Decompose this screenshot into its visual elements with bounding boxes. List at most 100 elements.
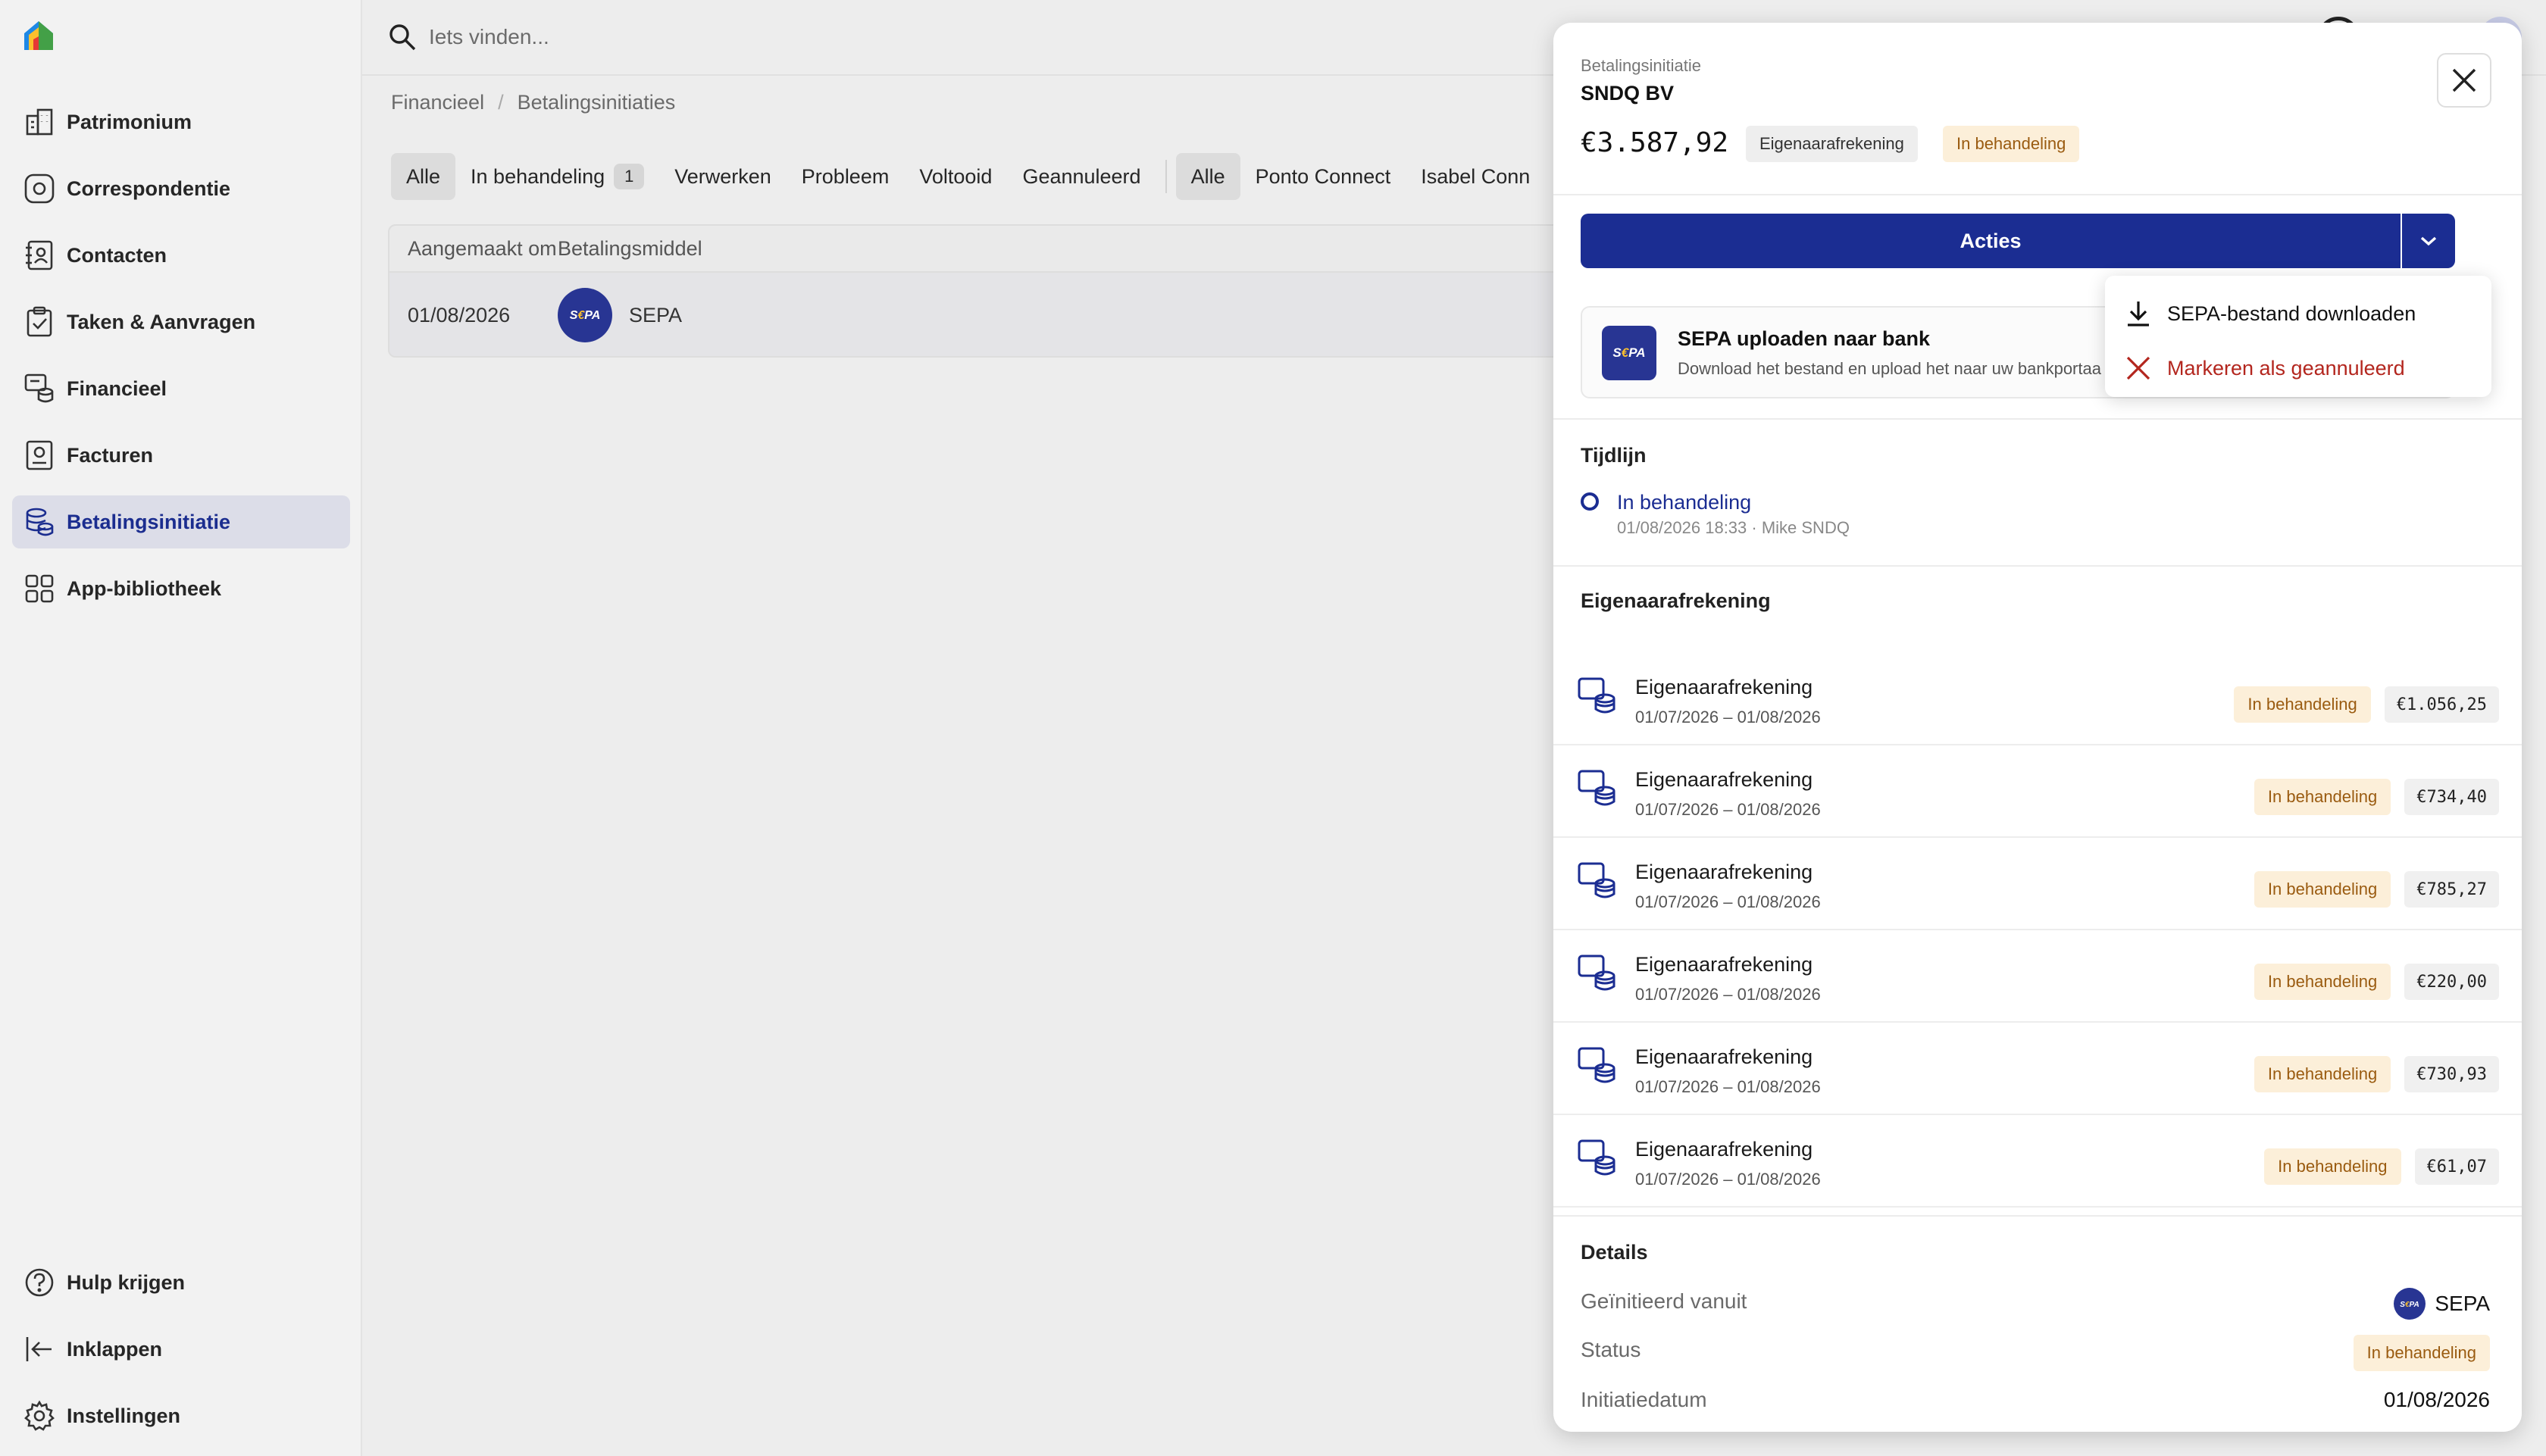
sidebar-bottom-nav: Hulp krijgen Inklappen Instellingen [12,1256,350,1456]
invoice-icon [26,440,53,470]
divider [1553,565,2522,567]
list-item[interactable]: Eigenaarafrekening 01/07/2026 – 01/08/20… [1553,1115,2522,1208]
sidebar-item-financieel[interactable]: Financieel [12,362,350,415]
filter-source-isabel[interactable]: Isabel Conn [1406,153,1545,200]
breadcrumb-current: Betalingsinitiaties [517,91,676,114]
filter-label: Probleem [801,164,890,188]
settlements-label: Eigenaarafrekening [1581,589,1771,612]
clipboard-check-icon [27,306,52,337]
status-value: In behandeling [2353,1335,2490,1371]
settlement-title: Eigenaarafrekening [1635,861,1813,883]
download-icon [2128,302,2149,327]
settlement-list: Eigenaarafrekening 01/07/2026 – 01/08/20… [1553,653,2522,1208]
coin-stack-icon [1578,677,1615,714]
settlement-amount: €785,27 [2404,871,2499,908]
filter-count-badge: 1 [614,164,645,189]
chevron-down-icon [2420,236,2437,246]
divider [1553,1215,2522,1217]
settlement-period: 01/07/2026 – 01/08/2026 [1635,892,1821,911]
panel-amount: €3.587,92 [1581,127,1729,158]
sidebar-item-collapse[interactable]: Inklappen [12,1323,350,1376]
filter-status-pending[interactable]: In behandeling 1 [455,153,659,200]
settlement-period: 01/07/2026 – 01/08/2026 [1635,708,1821,726]
building-icon [26,108,53,136]
upload-title: SEPA uploaden naar bank [1678,327,1931,350]
status-badge: In behandeling [2254,871,2391,908]
settlement-amount: €61,07 [2414,1148,2499,1185]
filter-status-all[interactable]: Alle [391,153,456,200]
filter-label: Alle [1190,164,1225,188]
payment-detail-panel: Betalingsinitiatie SNDQ BV €3.587,92 Eig… [1553,23,2522,1432]
menu-item-download-sepa[interactable]: SEPA-bestand downloaden [2123,291,2416,336]
sidebar-item-settings[interactable]: Instellingen [12,1389,350,1442]
search-input[interactable] [429,18,959,56]
help-icon [25,1268,54,1297]
filter-label: Verwerken [674,164,771,188]
filter-source-all[interactable]: Alle [1175,153,1240,200]
settlement-title: Eigenaarafrekening [1635,1045,1813,1068]
list-item[interactable]: Eigenaarafrekening 01/07/2026 – 01/08/20… [1553,653,2522,745]
actions-dropdown-toggle[interactable] [2402,214,2455,268]
status-badge: In behandeling [2353,1335,2490,1371]
sidebar-item-label: Financieel [67,376,167,400]
sepa-logo-icon: S€PA [1602,326,1656,380]
menu-item-label: SEPA-bestand downloaden [2167,302,2416,325]
coin-stack-icon [1578,770,1615,806]
status-badge: In behandeling [2254,779,2391,815]
list-item[interactable]: Eigenaarafrekening 01/07/2026 – 01/08/20… [1553,745,2522,838]
app-logo[interactable] [21,18,56,53]
sidebar-item-help[interactable]: Hulp krijgen [12,1256,350,1309]
sidebar-item-betalingsinitiatie[interactable]: Betalingsinitiatie [12,495,350,548]
status-badge: In behandeling [2234,686,2371,723]
sidebar-item-correspondentie[interactable]: Correspondentie [12,162,350,215]
list-item[interactable]: Eigenaarafrekening 01/07/2026 – 01/08/20… [1553,930,2522,1023]
filter-status-completed[interactable]: Voltooid [904,153,1007,200]
sidebar-item-patrimonium[interactable]: Patrimonium [12,95,350,148]
sidebar-item-label: App-bibliotheek [67,576,221,600]
sidebar-item-label: Hulp krijgen [67,1270,186,1294]
sidebar-item-label: Patrimonium [67,110,192,133]
list-item[interactable]: Eigenaarafrekening 01/07/2026 – 01/08/20… [1553,1023,2522,1115]
status-label: Status [1581,1338,1641,1361]
filter-label: Alle [406,164,441,188]
settlement-title: Eigenaarafrekening [1635,953,1813,976]
settlement-amount: €734,40 [2404,779,2499,815]
sidebar-item-label: Correspondentie [67,177,231,200]
menu-item-mark-cancelled[interactable]: Markeren als geannuleerd [2123,345,2405,391]
filter-label: Isabel Conn [1421,164,1531,188]
sidebar-item-label: Instellingen [67,1404,181,1427]
actions-button[interactable]: Acties [1581,214,2401,268]
breadcrumb: Financieel / Betalingsinitiaties [391,91,675,114]
settlement-title: Eigenaarafrekening [1635,676,1813,698]
timeline-meta: 01/08/2026 18:33 · Mike SNDQ [1617,518,1850,537]
main-nav: Patrimonium Correspondentie Contacten Ta… [12,95,350,629]
list-item[interactable]: Eigenaarafrekening 01/07/2026 – 01/08/20… [1553,838,2522,930]
coin-stack-icon [1578,955,1615,991]
sidebar-item-contacten[interactable]: Contacten [12,229,350,282]
address-book-icon [26,240,53,270]
sidebar-item-app-bibliotheek[interactable]: App-bibliotheek [12,562,350,615]
grid-icon [25,574,54,603]
settlement-period: 01/07/2026 – 01/08/2026 [1635,985,1821,1004]
menu-item-label: Markeren als geannuleerd [2167,356,2405,380]
column-created[interactable]: Aangemaakt om [389,237,558,261]
status-badge: In behandeling [2254,964,2391,1000]
settlement-period: 01/07/2026 – 01/08/2026 [1635,800,1821,819]
sidebar-item-facturen[interactable]: Facturen [12,429,350,482]
close-button[interactable] [2437,53,2491,108]
actions-dropdown-menu: SEPA-bestand downloaden Markeren als gea… [2105,276,2491,397]
column-method[interactable]: Betalingsmiddel [558,237,702,261]
filter-status-problem[interactable]: Probleem [787,153,905,200]
search-icon [389,24,416,51]
breadcrumb-financieel[interactable]: Financieel [391,91,484,114]
sidebar-item-taken[interactable]: Taken & Aanvragen [12,295,350,348]
close-icon [2452,68,2476,92]
settlement-period: 01/07/2026 – 01/08/2026 [1635,1077,1821,1096]
filter-source-ponto[interactable]: Ponto Connect [1240,153,1406,200]
filter-status-processing[interactable]: Verwerken [659,153,787,200]
filter-status-cancelled[interactable]: Geannuleerd [1007,153,1156,200]
settlement-amount: €1.056,25 [2384,686,2499,723]
sidebar-item-label: Inklappen [67,1337,163,1361]
initiation-date-label: Initiatiedatum [1581,1388,1707,1411]
settlement-period: 01/07/2026 – 01/08/2026 [1635,1170,1821,1189]
